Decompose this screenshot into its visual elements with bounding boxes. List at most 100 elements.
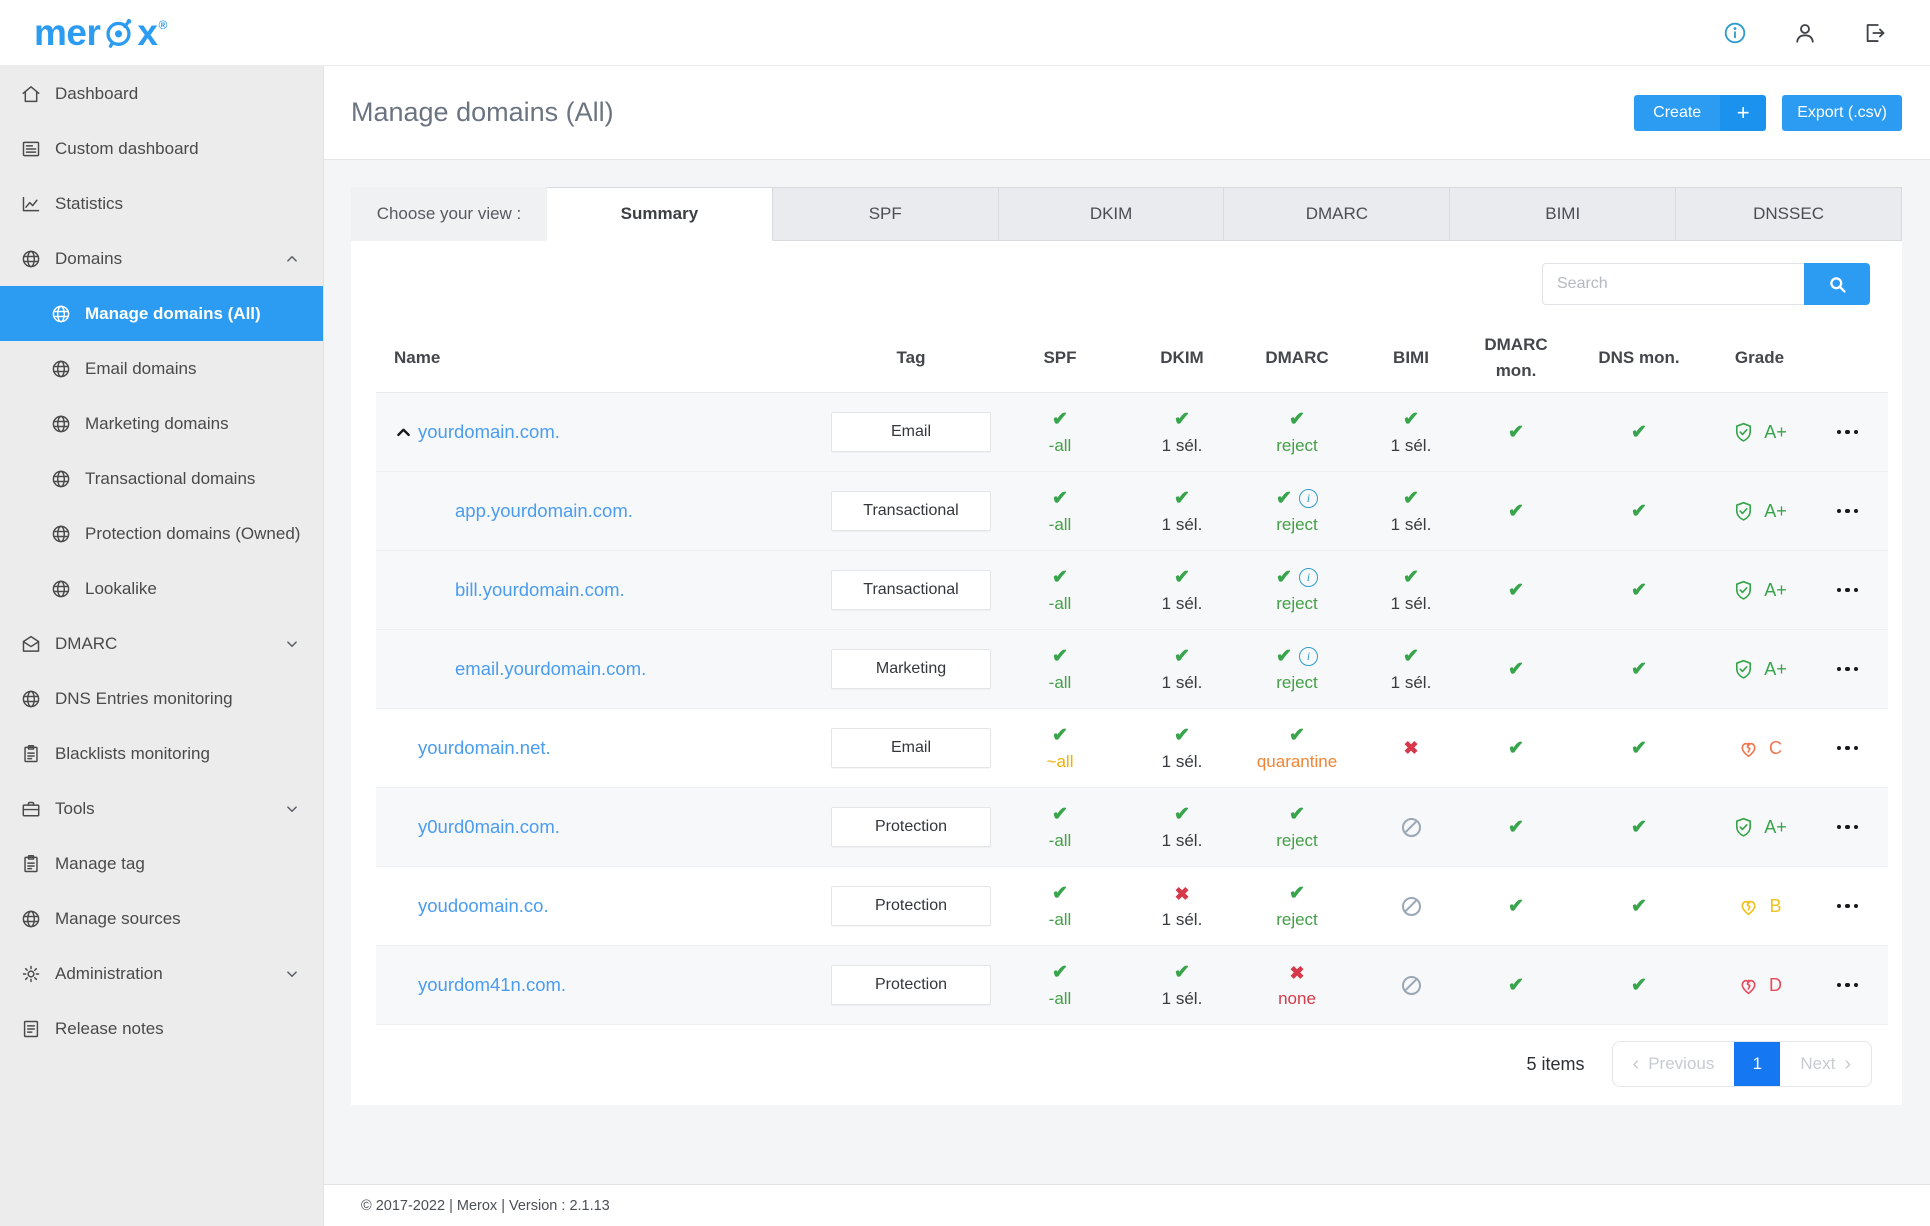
info-icon[interactable]: i xyxy=(1298,647,1318,666)
sidebar-item-manage-tag[interactable]: Manage tag xyxy=(0,836,323,891)
row-actions-button[interactable] xyxy=(1807,982,1888,988)
sidebar-item-dashboard[interactable]: Dashboard xyxy=(0,66,323,121)
sidebar-item-custom-dashboard[interactable]: Custom dashboard xyxy=(0,121,323,176)
chevron-up-icon xyxy=(283,250,301,268)
dmarc-icons: ✔ i xyxy=(1276,488,1318,510)
dmarc-icons: ✔ i xyxy=(1276,646,1318,668)
blocked-icon xyxy=(1401,896,1421,916)
dmarc-value: none xyxy=(1278,988,1316,1008)
bimi-icons: ✔ xyxy=(1403,646,1419,668)
info-icon[interactable] xyxy=(1722,20,1748,46)
tab-bimi[interactable]: BIMI xyxy=(1450,187,1677,241)
dkim-value: 1 sél. xyxy=(1161,672,1203,692)
sidebar-item-blacklists-monitoring[interactable]: Blacklists monitoring xyxy=(0,726,323,781)
tag-badge: Email xyxy=(831,412,991,452)
table-row: bill.yourdomain.com. Transactional ✔ -all ✔ 1… xyxy=(376,551,1888,630)
heart-icon xyxy=(1737,895,1760,918)
info-icon[interactable]: i xyxy=(1298,489,1318,508)
sidebar-item-dmarc[interactable]: DMARC xyxy=(0,616,323,671)
search-button[interactable] xyxy=(1804,263,1870,305)
tab-summary[interactable]: Summary xyxy=(547,187,773,241)
row-actions-button[interactable] xyxy=(1807,587,1888,593)
tab-dmarc[interactable]: DMARC xyxy=(1224,187,1451,241)
sidebar-item-domains[interactable]: Domains xyxy=(0,231,323,286)
domain-link[interactable]: yourdomain.com. xyxy=(418,421,560,443)
dkim-status: ✔ 1 sél. xyxy=(1126,409,1238,456)
export-csv-button[interactable]: Export (.csv) xyxy=(1782,94,1902,131)
sidebar-item-marketing-domains[interactable]: Marketing domains xyxy=(0,396,323,451)
check-icon: ✔ xyxy=(1289,409,1305,430)
check-icon: ✔ xyxy=(1174,646,1190,667)
domain-link[interactable]: y0urd0main.com. xyxy=(418,816,560,838)
spf-icons: ✔ xyxy=(1052,725,1068,747)
dmarc-icons: ✔ i xyxy=(1276,567,1318,589)
spf-icons: ✔ xyxy=(1052,883,1068,905)
current-page[interactable]: 1 xyxy=(1734,1042,1781,1086)
info-icon[interactable]: i xyxy=(1298,568,1318,587)
tag-cell: Protection xyxy=(828,886,994,926)
row-actions-button[interactable] xyxy=(1807,508,1888,514)
dkim-status: ✔ 1 sél. xyxy=(1126,488,1238,535)
user-icon[interactable] xyxy=(1792,20,1818,46)
tab-dkim[interactable]: DKIM xyxy=(998,187,1225,241)
domain-link[interactable]: yourdom41n.com. xyxy=(418,974,566,996)
globe-icon xyxy=(50,303,72,325)
create-button[interactable]: Create + xyxy=(1634,94,1767,131)
domain-link[interactable]: bill.yourdomain.com. xyxy=(455,579,625,601)
shield-icon xyxy=(1732,500,1755,523)
sidebar-item-protection-domains-owned[interactable]: Protection domains (Owned) xyxy=(0,506,323,561)
cross-icon: ✖ xyxy=(1289,962,1305,983)
domain-link[interactable]: email.yourdomain.com. xyxy=(455,658,646,680)
chevron-down-icon xyxy=(283,965,301,983)
sidebar-item-label: Dashboard xyxy=(55,83,139,103)
name-cell: bill.yourdomain.com. xyxy=(376,579,828,601)
domain-link[interactable]: yourdomain.net. xyxy=(418,737,551,759)
logo-text-post: x xyxy=(137,11,158,53)
dmarc-mon-icons: ✔ xyxy=(1508,658,1524,680)
row-actions-button[interactable] xyxy=(1807,666,1888,672)
row-actions-button[interactable] xyxy=(1807,745,1888,751)
sidebar-item-email-domains[interactable]: Email domains xyxy=(0,341,323,396)
row-actions-button[interactable] xyxy=(1807,903,1888,909)
sidebar-item-manage-sources[interactable]: Manage sources xyxy=(0,891,323,946)
check-icon: ✔ xyxy=(1052,962,1068,983)
merox-logo[interactable]: mer x ® xyxy=(34,12,167,54)
tag-badge: Transactional xyxy=(831,491,991,531)
sidebar-item-release-notes[interactable]: Release notes xyxy=(0,1001,323,1056)
check-icon: ✔ xyxy=(1276,646,1292,667)
search-input[interactable] xyxy=(1542,263,1804,305)
previous-page-button[interactable]: ‹ Previous xyxy=(1613,1042,1735,1086)
sidebar-item-statistics[interactable]: Statistics xyxy=(0,176,323,231)
sidebar-item-administration[interactable]: Administration xyxy=(0,946,323,1001)
sidebar-item-lookalike[interactable]: Lookalike xyxy=(0,561,323,616)
tag-cell: Email xyxy=(828,728,994,768)
sidebar-item-label: Statistics xyxy=(55,193,124,213)
logo-trademark: ® xyxy=(158,17,167,32)
row-actions-button[interactable] xyxy=(1807,429,1888,435)
next-page-button[interactable]: Next › xyxy=(1780,1042,1871,1086)
previous-label: Previous xyxy=(1648,1054,1715,1073)
globe-icon xyxy=(50,523,72,545)
dmarc-value: reject xyxy=(1276,830,1318,850)
grade-label: B xyxy=(1769,895,1782,916)
tab-spf[interactable]: SPF xyxy=(772,187,999,241)
logout-icon[interactable] xyxy=(1862,20,1888,46)
sidebar-item-manage-domains-all[interactable]: Manage domains (All) xyxy=(0,286,323,341)
dmarc-mon-status: ✔ xyxy=(1466,895,1566,917)
domain-link[interactable]: youdoomain.co. xyxy=(418,895,549,917)
spf-icons: ✔ xyxy=(1052,567,1068,589)
spf-icons: ✔ xyxy=(1052,962,1068,984)
check-icon: ✔ xyxy=(1631,658,1647,680)
spf-icons: ✔ xyxy=(1052,804,1068,826)
grade-label: C xyxy=(1769,737,1782,758)
sidebar-item-tools[interactable]: Tools xyxy=(0,781,323,836)
domain-link[interactable]: app.yourdomain.com. xyxy=(455,500,633,522)
sidebar-item-dns-entries-monitoring[interactable]: DNS Entries monitoring xyxy=(0,671,323,726)
dkim-icons: ✔ xyxy=(1174,962,1190,984)
check-icon: ✔ xyxy=(1174,409,1190,430)
expander-icon[interactable] xyxy=(394,423,418,442)
tab-dnssec[interactable]: DNSSEC xyxy=(1676,187,1902,241)
row-actions-button[interactable] xyxy=(1807,824,1888,830)
check-icon: ✔ xyxy=(1508,579,1524,601)
sidebar-item-transactional-domains[interactable]: Transactional domains xyxy=(0,451,323,506)
